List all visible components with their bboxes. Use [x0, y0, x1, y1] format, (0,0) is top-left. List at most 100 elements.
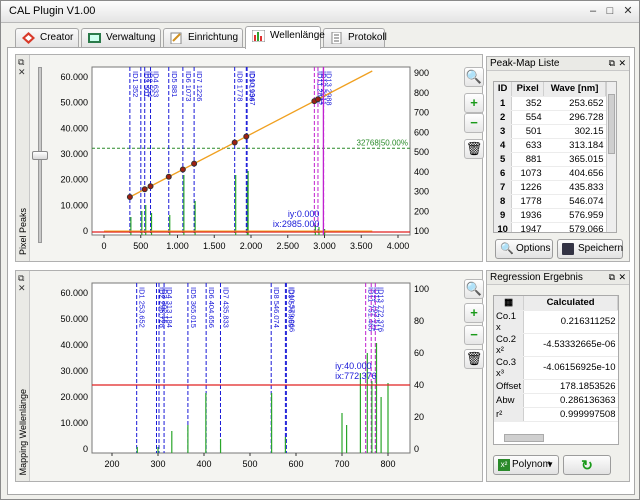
x-tick-label: 200 — [104, 459, 119, 469]
save-button[interactable]: Speichern — [557, 239, 623, 259]
float-icon[interactable]: ⧉ — [18, 57, 24, 67]
close-icon[interactable]: ✕ — [618, 58, 626, 69]
y2-tick-label: 400 — [414, 167, 429, 177]
y-tick-label: 50.000 — [60, 98, 88, 108]
add-peak-button[interactable]: + — [464, 303, 484, 323]
peak-table[interactable]: ID Pixel Wave [nm] 1 352 253.652 2 554 296.728 3… — [494, 82, 606, 232]
window-title: CAL Plugin V1.00 — [9, 5, 96, 17]
tab-protokoll[interactable]: Protokoll — [323, 28, 387, 48]
minus-icon: − — [470, 327, 478, 342]
h-scrollbar-thumb[interactable] — [504, 434, 544, 442]
panel-side-label: Pixel Peaks — [18, 207, 28, 255]
scrollbar[interactable] — [606, 82, 616, 232]
table-row[interactable]: 9 1936 576.959 — [494, 208, 606, 223]
float-icon[interactable]: ⧉ — [18, 273, 24, 283]
calibration-point — [231, 139, 238, 146]
add-peak-button[interactable]: + — [464, 93, 484, 113]
table-row[interactable]: Co.1 x 0.216311252 — [494, 310, 618, 334]
x-tick-label: 500 — [133, 241, 148, 251]
minus-icon: − — [470, 115, 478, 130]
tab-label: Wellenlänge — [270, 30, 325, 41]
options-button[interactable]: 🔍 Options — [495, 239, 553, 259]
peak-label: ID3 501 — [142, 71, 151, 97]
peak-label: ID6 404.656 — [207, 287, 216, 328]
creator-icon — [22, 32, 35, 44]
table-row[interactable]: Abw 0.286136363 — [494, 393, 618, 408]
table-row[interactable]: 6 1073 404.656 — [494, 166, 606, 181]
tab-verwaltung[interactable]: Verwaltung — [81, 28, 161, 48]
table-cell: -4.06156925e-10 — [523, 356, 618, 380]
dock-close-icon[interactable]: ✕ — [18, 67, 26, 77]
y-tick-label: 10.000 — [60, 200, 88, 210]
close-icon[interactable]: ✕ — [618, 272, 626, 283]
save-icon — [562, 243, 574, 255]
tab-label: Verwaltung — [106, 32, 156, 43]
x-tick-label: 3.000 — [313, 241, 336, 251]
peak-label: ID1 352 — [131, 71, 140, 97]
table-row[interactable]: 10 1947 579.066 — [494, 222, 606, 232]
table-row[interactable]: 8 1778 546.074 — [494, 194, 606, 209]
y2-tick-label: 900 — [414, 68, 429, 78]
peak-label: ID5 365.015 — [189, 287, 198, 328]
table-row[interactable]: 3 501 302.15 — [494, 124, 606, 139]
y2-tick-label: 100 — [414, 284, 429, 294]
wavelength-icon — [252, 30, 265, 42]
y2-tick-label: 600 — [414, 127, 429, 137]
method-select[interactable]: x² Polynom ▼ — [493, 455, 559, 475]
threshold-label: 32768|50.00% — [357, 138, 408, 147]
maximize-button[interactable]: □ — [602, 4, 618, 19]
table-row[interactable]: r² 0.999997508 — [494, 407, 618, 422]
x-tick-label: 2.000 — [240, 241, 263, 251]
x-tick-label: 3.500 — [350, 241, 373, 251]
zoom-button[interactable]: 🔍 — [464, 279, 484, 299]
mapping-chart[interactable]: 200 300 400 500 600 700 800010.00020.00030.000… — [46, 275, 458, 479]
y2-tick-label: 0 — [414, 444, 419, 454]
pixel-peaks-chart[interactable]: 0 500 1.000 1.500 2.000 2.500 3.000 3.500 4.000 0… — [46, 59, 458, 259]
scrollbar-thumb[interactable] — [608, 94, 615, 154]
float-icon[interactable]: ⧉ — [609, 272, 615, 283]
y2-tick-label: 200 — [414, 206, 429, 216]
y2-tick-label: 20 — [414, 412, 424, 422]
zoom-button[interactable]: 🔍 — [464, 67, 484, 87]
table-row[interactable]: 7 1226 435.833 — [494, 180, 606, 195]
y2-tick-label: 500 — [414, 147, 429, 157]
y2-tick-label: 700 — [414, 108, 429, 118]
remove-peak-button[interactable]: − — [464, 325, 484, 345]
table-row[interactable]: 4 633 313.184 — [494, 138, 606, 153]
table-cell: Offset — [494, 379, 525, 394]
table-row[interactable]: 2 554 296.728 — [494, 110, 606, 125]
cursor-ix: ix:2985.000 — [273, 219, 320, 229]
delete-button[interactable]: 🗑 — [464, 139, 484, 159]
minimize-button[interactable]: – — [585, 4, 601, 19]
table-cell: 1226 — [511, 180, 544, 195]
table-cell: r² — [494, 407, 525, 422]
col-calculated[interactable]: Calculated — [523, 296, 618, 311]
peak-label: ID5 881 — [170, 71, 179, 97]
y-tick-label: 60.000 — [60, 72, 88, 82]
table-row[interactable]: 1 352 253.652 — [494, 96, 606, 111]
col-id[interactable]: ID — [494, 82, 513, 97]
col-wave[interactable]: Wave [nm] — [543, 82, 606, 97]
remove-peak-button[interactable]: − — [464, 113, 484, 133]
col-pixel[interactable]: Pixel — [511, 82, 545, 97]
regression-table[interactable]: ▦ Calculated Co.1 x 0.216311252 Co.2 x² -4.5… — [494, 296, 618, 422]
table-row[interactable]: Offset 178.1853526 — [494, 379, 618, 394]
delete-button[interactable]: 🗑 — [464, 349, 484, 369]
save-label: Speichern — [578, 243, 624, 254]
dock-close-icon[interactable]: ✕ — [18, 283, 26, 293]
table-row[interactable]: Co.2 x² -4.53332665e-06 — [494, 333, 618, 357]
polynom-icon: x² — [498, 459, 510, 471]
peak-label: ID6 1073 — [184, 71, 193, 101]
y-tick-label: 60.000 — [60, 288, 88, 298]
table-row[interactable]: Co.3 x³ -4.06156925e-10 — [494, 356, 618, 380]
x-tick-label: 1.500 — [203, 241, 226, 251]
tab-creator[interactable]: Creator — [15, 28, 79, 48]
calibration-point — [126, 194, 133, 200]
tab-wellenlaenge[interactable]: Wellenlänge — [245, 26, 325, 49]
float-icon[interactable]: ⧉ — [609, 58, 615, 69]
tab-einrichtung[interactable]: Einrichtung — [163, 28, 243, 48]
table-cell: 7 — [494, 180, 513, 195]
table-row[interactable]: 5 881 365.015 — [494, 152, 606, 167]
refresh-button[interactable]: ↻ — [563, 455, 611, 475]
close-button[interactable]: ✕ — [620, 4, 636, 19]
